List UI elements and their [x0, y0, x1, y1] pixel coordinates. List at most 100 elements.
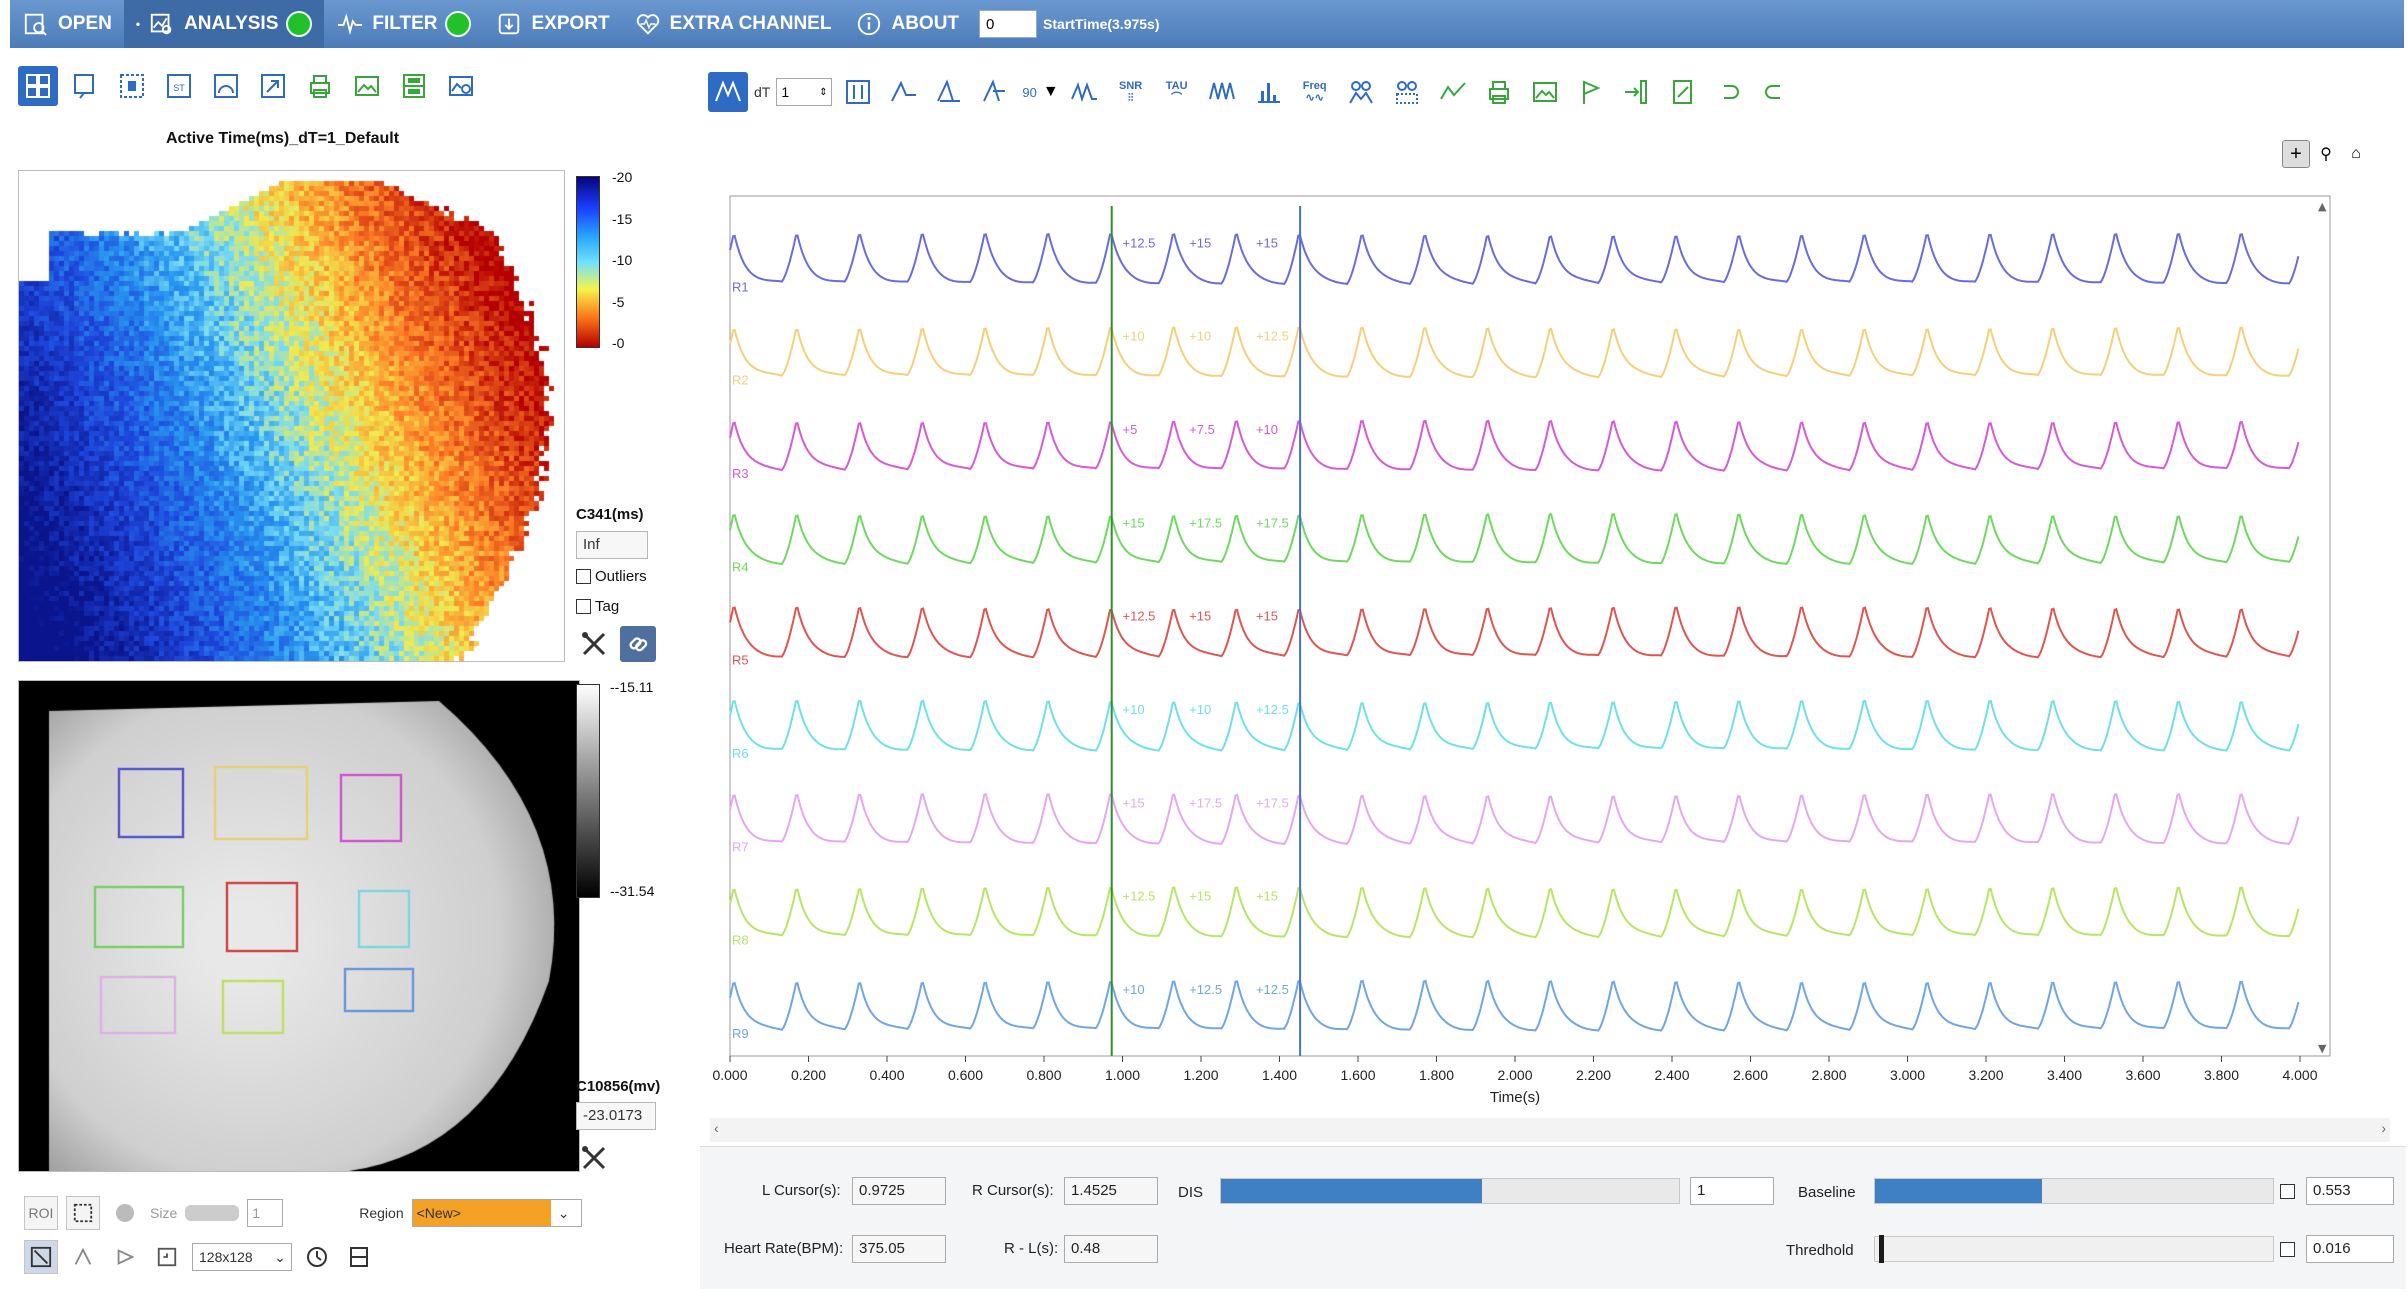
- activation-marker[interactable]: +12.5: [1256, 329, 1289, 344]
- export-menu[interactable]: EXPORT: [483, 0, 621, 48]
- activation-marker[interactable]: +10: [1123, 702, 1145, 717]
- heart-rate-field[interactable]: 375.05: [852, 1235, 946, 1263]
- activation-marker[interactable]: +12.5: [1189, 982, 1222, 997]
- baseline-checkbox[interactable]: [2280, 1184, 2295, 1199]
- trace-line-r8[interactable]: [729, 886, 2300, 939]
- edit-button[interactable]: [1663, 72, 1703, 112]
- activation-marker[interactable]: +12.5: [1123, 609, 1156, 624]
- multi-peak-button[interactable]: [1203, 72, 1243, 112]
- activation-marker[interactable]: +15: [1256, 235, 1278, 250]
- start-time-input[interactable]: 0: [979, 10, 1038, 38]
- activation-marker[interactable]: +12.5: [1123, 235, 1156, 250]
- upstroke-button[interactable]: [884, 72, 924, 112]
- extra-channel-menu[interactable]: EXTRA CHANNEL: [622, 0, 844, 48]
- timer-button[interactable]: [300, 1240, 334, 1274]
- c341-value-field[interactable]: Inf: [576, 531, 648, 559]
- l-cursor-field[interactable]: 0.9725: [852, 1177, 946, 1205]
- activation-marker[interactable]: +15: [1256, 889, 1278, 904]
- activation-marker[interactable]: +17.5: [1256, 515, 1289, 530]
- threshold-checkbox[interactable]: [2280, 1242, 2295, 1257]
- outliers-checkbox[interactable]: [576, 569, 591, 584]
- map-link-button[interactable]: [620, 626, 656, 662]
- roi-rectangle[interactable]: [357, 889, 411, 949]
- threshold-slider-thumb[interactable]: [1879, 1235, 1884, 1263]
- image-settings-tool-button[interactable]: [576, 1140, 612, 1176]
- c10856-value-field[interactable]: -23.0173: [576, 1102, 656, 1130]
- activation-marker[interactable]: +15: [1256, 609, 1278, 624]
- snr-button[interactable]: SNR ⫶⫶: [1111, 72, 1151, 112]
- tag-checkbox[interactable]: [576, 599, 591, 614]
- roi-rectangle[interactable]: [225, 881, 299, 953]
- activation-marker[interactable]: +10: [1189, 329, 1211, 344]
- activation-marker[interactable]: +12.5: [1123, 889, 1156, 904]
- roi-button[interactable]: ROI: [24, 1196, 58, 1230]
- threshold-slider[interactable]: [1874, 1235, 2274, 1263]
- region-select[interactable]: <New> ⌄: [411, 1199, 582, 1227]
- activation-marker[interactable]: +10: [1123, 982, 1145, 997]
- roi-rectangle[interactable]: [213, 765, 309, 841]
- activation-marker[interactable]: +10: [1256, 422, 1278, 437]
- film-strip-button[interactable]: [342, 1240, 376, 1274]
- double-peak-button[interactable]: [1065, 72, 1105, 112]
- trace-line-r5[interactable]: [729, 606, 2300, 659]
- roi-rectangle[interactable]: [93, 885, 185, 949]
- peak-tool-button[interactable]: [66, 1240, 100, 1274]
- tag-checkbox-row[interactable]: Tag: [576, 598, 619, 615]
- activation-marker[interactable]: +17.5: [1189, 795, 1222, 810]
- trace-line-r4[interactable]: [729, 512, 2300, 566]
- tau-button[interactable]: TAU ⌒: [1157, 72, 1197, 112]
- activation-marker[interactable]: +10: [1189, 702, 1211, 717]
- activation-marker[interactable]: +17.5: [1256, 795, 1289, 810]
- activation-marker[interactable]: +12.5: [1256, 982, 1289, 997]
- r-minus-l-field[interactable]: 0.48: [1064, 1235, 1158, 1263]
- redo-button[interactable]: [1755, 72, 1795, 112]
- trend-button[interactable]: [1433, 72, 1473, 112]
- fluorescence-image[interactable]: [18, 680, 580, 1172]
- roi-rectangle[interactable]: [99, 975, 177, 1035]
- baseline-value-field[interactable]: 0.553: [2306, 1177, 2394, 1205]
- activation-marker[interactable]: +17.5: [1189, 515, 1222, 530]
- peak-detect-button[interactable]: [708, 72, 748, 112]
- scroll-left-icon[interactable]: ‹: [714, 1120, 719, 1136]
- activation-marker[interactable]: +15: [1189, 235, 1211, 250]
- scroll-right-icon[interactable]: ›: [2381, 1120, 2386, 1136]
- flag-button[interactable]: [1571, 72, 1611, 112]
- trace-image-button[interactable]: [1525, 72, 1565, 112]
- activation-marker[interactable]: +7.5: [1189, 422, 1215, 437]
- align-button[interactable]: [838, 72, 878, 112]
- activation-marker[interactable]: +15: [1189, 889, 1211, 904]
- trace-line-r7[interactable]: [729, 792, 2300, 846]
- vector-map-button[interactable]: [253, 66, 293, 106]
- resize-button[interactable]: [150, 1240, 184, 1274]
- home-button[interactable]: ⌂: [2342, 140, 2370, 168]
- undo-button[interactable]: [1709, 72, 1749, 112]
- select-roi-button[interactable]: [112, 66, 152, 106]
- film-button[interactable]: [394, 66, 434, 106]
- roi-rectangle[interactable]: [117, 767, 185, 839]
- r-cursor-field[interactable]: 1.4525: [1064, 1177, 1158, 1205]
- horizontal-scrollbar[interactable]: ‹ ›: [710, 1118, 2390, 1142]
- grid-view-button[interactable]: [18, 66, 58, 106]
- dis-value-field[interactable]: 1: [1690, 1177, 1774, 1205]
- threshold-value-field[interactable]: 0.016: [2306, 1235, 2394, 1263]
- cell-detect-button[interactable]: [1341, 72, 1381, 112]
- cell-map-button[interactable]: [1387, 72, 1427, 112]
- size-slider[interactable]: [185, 1205, 240, 1221]
- baseline-slider[interactable]: [1874, 1178, 2274, 1204]
- apd-button[interactable]: [930, 72, 970, 112]
- rect-select-button[interactable]: [66, 1196, 100, 1230]
- dis-slider[interactable]: [1220, 1178, 1680, 1204]
- activation-marker[interactable]: +10: [1123, 329, 1145, 344]
- activation-marker[interactable]: +5: [1123, 422, 1138, 437]
- caret-down-icon[interactable]: ▼: [1043, 83, 1059, 101]
- circle-select-button[interactable]: [108, 1196, 142, 1230]
- frequency-button[interactable]: Freq ∿∿: [1295, 72, 1335, 112]
- size-value-field[interactable]: 1: [247, 1199, 284, 1227]
- cursor-tool-button[interactable]: [24, 1240, 58, 1274]
- resolution-select[interactable]: 128x128 ⌄: [192, 1243, 292, 1271]
- trace-line-r9[interactable]: [729, 979, 2300, 1032]
- phase-map-button[interactable]: [206, 66, 246, 106]
- trace-line-r2[interactable]: [729, 326, 2300, 379]
- scroll-down-icon[interactable]: ▼: [2318, 1042, 2327, 1055]
- activation-marker[interactable]: +15: [1123, 515, 1145, 530]
